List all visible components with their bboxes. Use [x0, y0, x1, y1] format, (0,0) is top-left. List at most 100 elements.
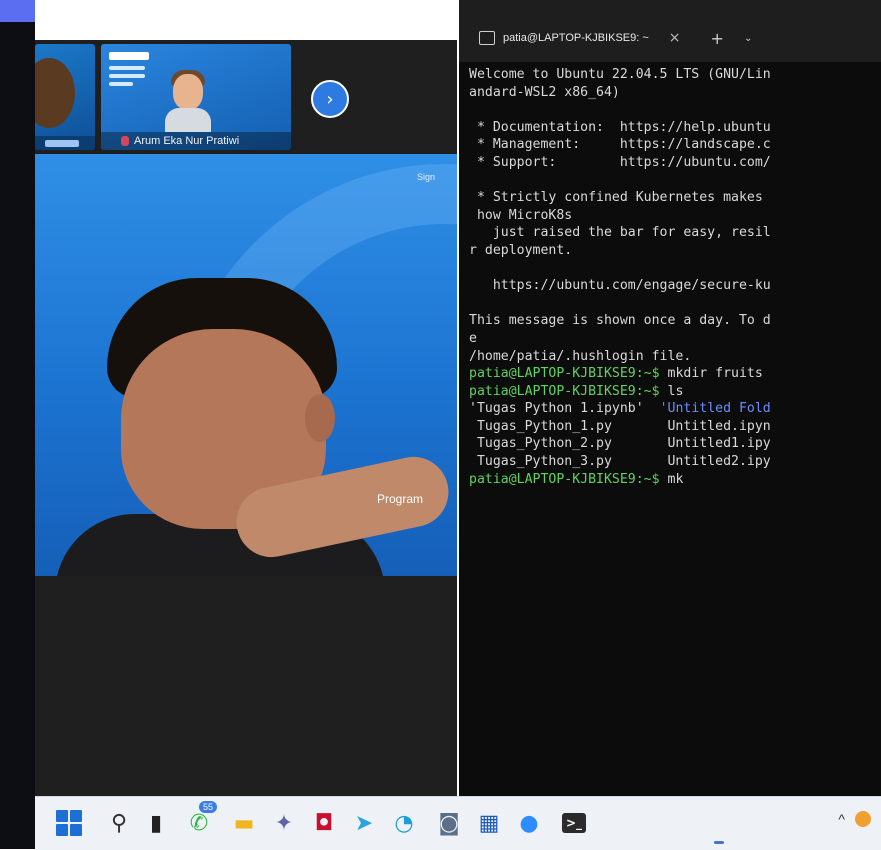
shell-prompt: patia@LAPTOP-KJBIKSE9:~$: [469, 471, 660, 487]
next-participants-button[interactable]: ›: [311, 80, 349, 118]
zoom-button[interactable]: ●: [515, 809, 543, 837]
terminal-text: just raised the bar for easy, resil: [469, 225, 771, 241]
camera-icon: ◙: [438, 810, 460, 836]
thumbnail-text-line: [109, 74, 145, 78]
whatsapp-icon: ✆: [189, 810, 209, 836]
avatar-head: [173, 74, 203, 110]
thumbnail-text-line: [109, 82, 133, 86]
terminal-text: Tugas_Python_3.py Untitled2.ipy: [469, 454, 771, 470]
main-video-feed: Sign Program: [35, 154, 457, 576]
terminal-button[interactable]: >_: [560, 809, 588, 837]
thumbnail-text-line: [109, 66, 145, 70]
terminal-tab-title: patia@LAPTOP-KJBIKSE9: ~: [503, 32, 649, 44]
background-text: Sign: [417, 172, 436, 182]
windows-taskbar: ⚲ ▮ ✆ 55 ▬ ✦ ◘ ➤ ◔ ◙ ▦ ● >_ ^: [35, 796, 881, 850]
terminal-line: * Strictly confined Kubernetes makes: [469, 189, 881, 207]
zoom-meeting-icon: ●: [519, 810, 539, 836]
participant-thumbnail[interactable]: [35, 44, 95, 150]
left-window-edge: [0, 0, 35, 849]
new-tab-icon[interactable]: +: [711, 29, 724, 48]
terminal-text: mk: [659, 471, 684, 487]
terminal-line: patia@LAPTOP-KJBIKSE9:~$ mk: [469, 471, 881, 489]
window-accent-bar: [0, 0, 35, 22]
teams-button[interactable]: ✦: [270, 809, 298, 837]
windows-logo-icon: [56, 810, 82, 836]
terminal-line: * Support: https://ubuntu.com/: [469, 154, 881, 172]
whatsapp-button[interactable]: ✆ 55: [185, 801, 218, 837]
terminal-text: Welcome to Ubuntu 22.04.5 LTS (GNU/Lin: [469, 67, 771, 82]
participant-thumbnail-arum[interactable]: Arum Eka Nur Pratiwi: [101, 44, 291, 150]
camera-button[interactable]: ◙: [435, 809, 463, 837]
participant-face: [35, 58, 75, 128]
terminal-line: Tugas_Python_3.py Untitled2.ipy: [469, 453, 881, 471]
terminal-text: andard-WSL2 x86_64): [469, 84, 620, 100]
close-icon[interactable]: ×: [669, 30, 681, 46]
terminal-line: 'Tugas Python 1.ipynb' 'Untitled Fold: [469, 400, 881, 418]
participant-strip: Arum Eka Nur Pratiwi ›: [35, 40, 457, 154]
tray-app-icon[interactable]: [855, 811, 871, 827]
telegram-icon: ➤: [354, 810, 374, 836]
file-explorer-button[interactable]: ▬: [230, 809, 258, 837]
terminal-line: just raised the bar for easy, resil: [469, 224, 881, 242]
terminal-text: r deployment.: [469, 242, 573, 258]
meeting-top-bar: [35, 0, 457, 41]
avatar-body: [165, 108, 211, 132]
search-button[interactable]: ⚲: [105, 809, 133, 837]
terminal-icon: >_: [561, 813, 587, 833]
tray-chevron-icon[interactable]: ^: [838, 811, 845, 827]
terminal-line: r deployment.: [469, 242, 881, 260]
thumbnail-logo: [109, 52, 149, 60]
terminal-tab-icon: [479, 31, 495, 45]
terminal-tab-bar: patia@LAPTOP-KJBIKSE9: ~ × + ⌄: [459, 0, 881, 62]
video-meeting-window: Arum Eka Nur Pratiwi › Sign Program: [35, 0, 457, 796]
terminal-line: Tugas_Python_2.py Untitled1.ipy: [469, 435, 881, 453]
chevron-right-icon: ›: [326, 88, 334, 110]
terminal-output[interactable]: Welcome to Ubuntu 22.04.5 LTS (GNU/Lin an…: [469, 66, 881, 766]
terminal-line: https://ubuntu.com/engage/secure-ku: [469, 277, 881, 295]
terminal-text: ls: [659, 383, 684, 399]
speaker-ear: [305, 394, 335, 442]
notification-badge: 55: [199, 801, 218, 813]
terminal-text: * Management: https://landscape.c: [469, 137, 771, 153]
terminal-line: how MicroK8s: [469, 207, 881, 225]
terminal-text: * Strictly confined Kubernetes makes: [469, 190, 763, 206]
chevron-down-icon[interactable]: ⌄: [744, 33, 752, 44]
search-icon: ⚲: [110, 810, 128, 836]
participant-name-bar: Arum Eka Nur Pratiwi: [101, 132, 291, 150]
store-button[interactable]: ▦: [475, 809, 503, 837]
directory-entry: 'Untitled Fold: [659, 401, 771, 417]
mcafee-button[interactable]: ◘: [310, 809, 338, 837]
terminal-tab[interactable]: patia@LAPTOP-KJBIKSE9: ~ × + ⌄: [469, 22, 759, 54]
terminal-line: /home/patia/.hushlogin file.: [469, 348, 881, 366]
folder-icon: ▬: [233, 810, 255, 836]
terminal-text: mkdir fruits: [659, 366, 763, 382]
start-button[interactable]: [55, 809, 83, 837]
terminal-text: * Support: https://ubuntu.com/: [469, 154, 771, 170]
terminal-text: e: [469, 330, 477, 346]
store-icon: ▦: [478, 810, 500, 836]
mcafee-shield-icon: ◘: [314, 810, 334, 836]
teams-icon: ✦: [274, 810, 294, 836]
task-view-button[interactable]: ▮: [142, 809, 170, 837]
shell-prompt: patia@LAPTOP-KJBIKSE9:~$: [469, 383, 660, 399]
terminal-window[interactable]: patia@LAPTOP-KJBIKSE9: ~ × + ⌄ Welcome t…: [459, 0, 881, 796]
active-app-indicator: [714, 841, 724, 844]
edge-button[interactable]: ◔: [390, 809, 418, 837]
terminal-line: Welcome to Ubuntu 22.04.5 LTS (GNU/Lin: [469, 66, 881, 84]
terminal-line: e: [469, 330, 881, 348]
background-program-label: Program: [377, 492, 424, 506]
terminal-text: Tugas_Python_1.py Untitled.ipyn: [469, 418, 771, 434]
terminal-text: Tugas_Python_2.py Untitled1.ipy: [469, 436, 771, 452]
task-view-icon: ▮: [149, 810, 163, 836]
shell-prompt: patia@LAPTOP-KJBIKSE9:~$: [469, 366, 660, 382]
participant-name: Arum Eka Nur Pratiwi: [134, 135, 240, 147]
telegram-button[interactable]: ➤: [350, 809, 378, 837]
terminal-text: This message is shown once a day. To d: [469, 313, 771, 329]
edge-browser-icon: ◔: [394, 810, 414, 836]
terminal-text: /home/patia/.hushlogin file.: [469, 348, 692, 364]
terminal-line: * Documentation: https://help.ubuntu: [469, 119, 881, 137]
